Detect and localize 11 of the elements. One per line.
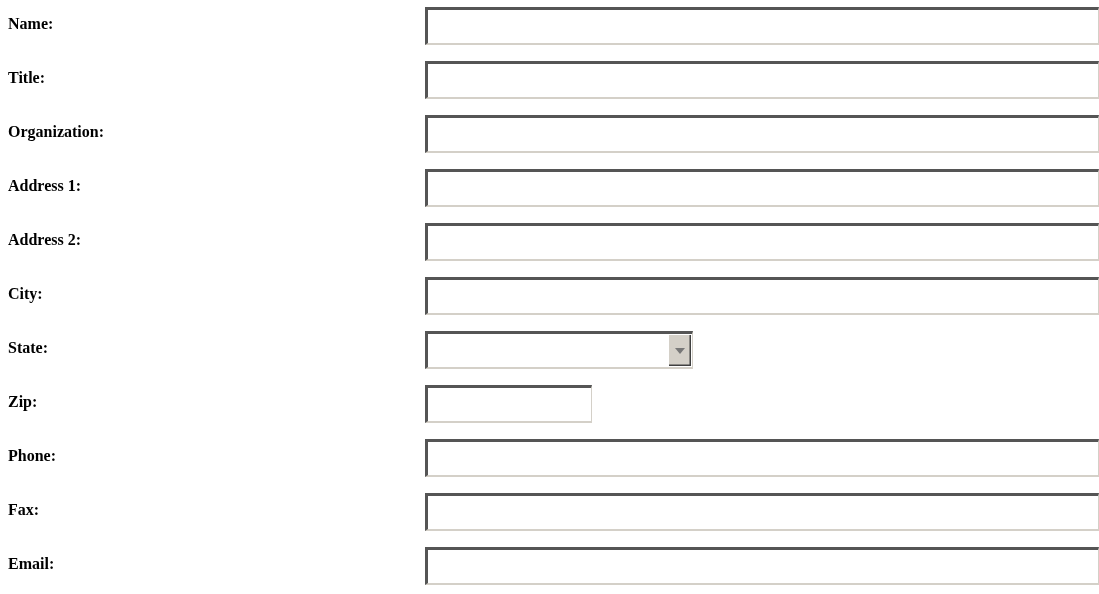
field-label: Name: <box>8 15 54 33</box>
field-label: Address 1: <box>8 177 82 195</box>
field-label: City: <box>8 285 43 303</box>
field-label: Organization: <box>8 123 104 141</box>
field-label: Phone: <box>8 447 56 465</box>
field-label: Title: <box>8 69 46 87</box>
field-label: Address 2: <box>8 231 82 249</box>
field-label: Zip: <box>8 393 38 411</box>
field-label: Email: <box>8 555 55 573</box>
field-label: Fax: <box>8 501 40 519</box>
field-label: State: <box>8 339 48 357</box>
